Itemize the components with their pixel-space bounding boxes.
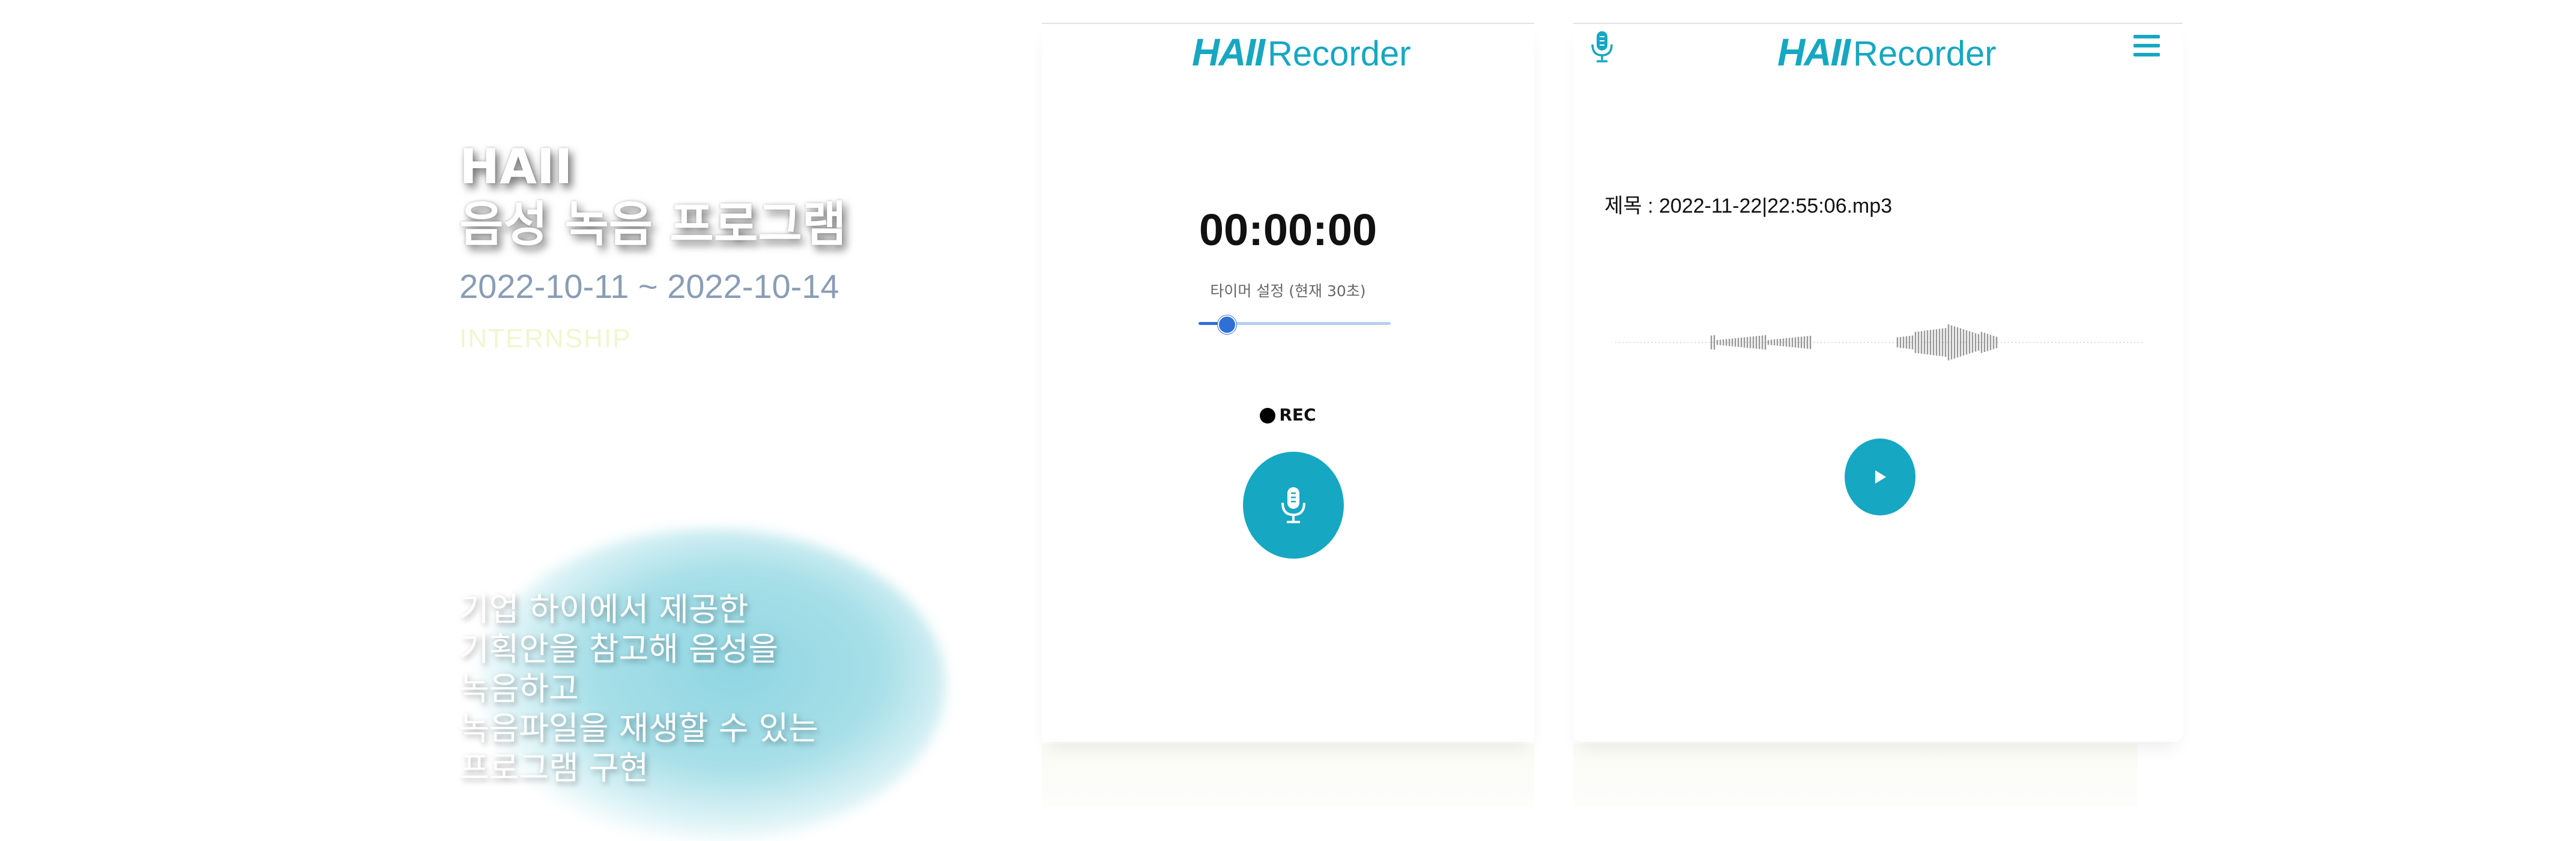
- play-button[interactable]: [1845, 439, 1915, 515]
- description-line: 녹음파일을 재생할 수 있는: [459, 709, 818, 747]
- recorder-screen: HAII Recorder 00:00:00 타이머 설정 (현재 30초) R…: [1042, 23, 1534, 742]
- project-title-line-1: HAII: [459, 139, 573, 195]
- rec-indicator: REC: [1042, 405, 1534, 425]
- description-line: 녹음하고: [459, 670, 579, 708]
- microphone-icon: [1591, 31, 1613, 62]
- project-intro: HAII 음성 녹음 프로그램 2022-10-11 ~ 2022-10-14 …: [459, 138, 1000, 841]
- timer-slider[interactable]: [1199, 312, 1391, 334]
- project-title-line-2: 음성 녹음 프로그램: [459, 196, 847, 252]
- logo-word: Recorder: [1268, 34, 1411, 73]
- player-screen: HAII Recorder 제목 : 2022-11-22|22:55:06.m…: [1573, 23, 2183, 742]
- timer-setting-label: 타이머 설정 (현재 30초): [1210, 282, 1366, 300]
- microphone-icon: [1281, 487, 1305, 523]
- recording-timer: 00:00:00: [1199, 205, 1377, 255]
- project-tagline: INTERNSHIP: [459, 324, 632, 353]
- record-button[interactable]: [1243, 452, 1344, 559]
- description-line: 기업 하이에서 제공한: [459, 591, 749, 628]
- hamburger-menu-icon[interactable]: [2133, 35, 2160, 62]
- audio-waveform[interactable]: [1615, 306, 2144, 378]
- slider-thumb[interactable]: [1217, 315, 1236, 334]
- description-line: 기획안을 참고해 음성을: [459, 630, 779, 668]
- play-icon: [1875, 470, 1886, 484]
- header-mic-button[interactable]: [1590, 30, 1614, 66]
- project-description: 기업 하이에서 제공한 기획안을 참고해 음성을 녹음하고 녹음파일을 재생할 …: [459, 590, 818, 788]
- rec-label: REC: [1279, 405, 1316, 425]
- logo-mark: HAII: [1192, 31, 1265, 74]
- file-title: 제목 : 2022-11-22|22:55:06.mp3: [1604, 195, 1893, 217]
- app-logo: HAII Recorder: [1777, 30, 1997, 74]
- logo-mark: HAII: [1777, 31, 1851, 74]
- app-logo: HAII Recorder: [1192, 30, 1411, 74]
- screen-shadow: [1042, 744, 1534, 807]
- logo-word: Recorder: [1853, 34, 1997, 73]
- rec-dot-icon: [1260, 408, 1276, 424]
- screen-shadow: [1573, 744, 2138, 807]
- description-line: 프로그램 구현: [459, 749, 649, 787]
- project-dates: 2022-10-11 ~ 2022-10-14: [459, 267, 839, 305]
- project-title: HAII 음성 녹음 프로그램: [459, 138, 1000, 254]
